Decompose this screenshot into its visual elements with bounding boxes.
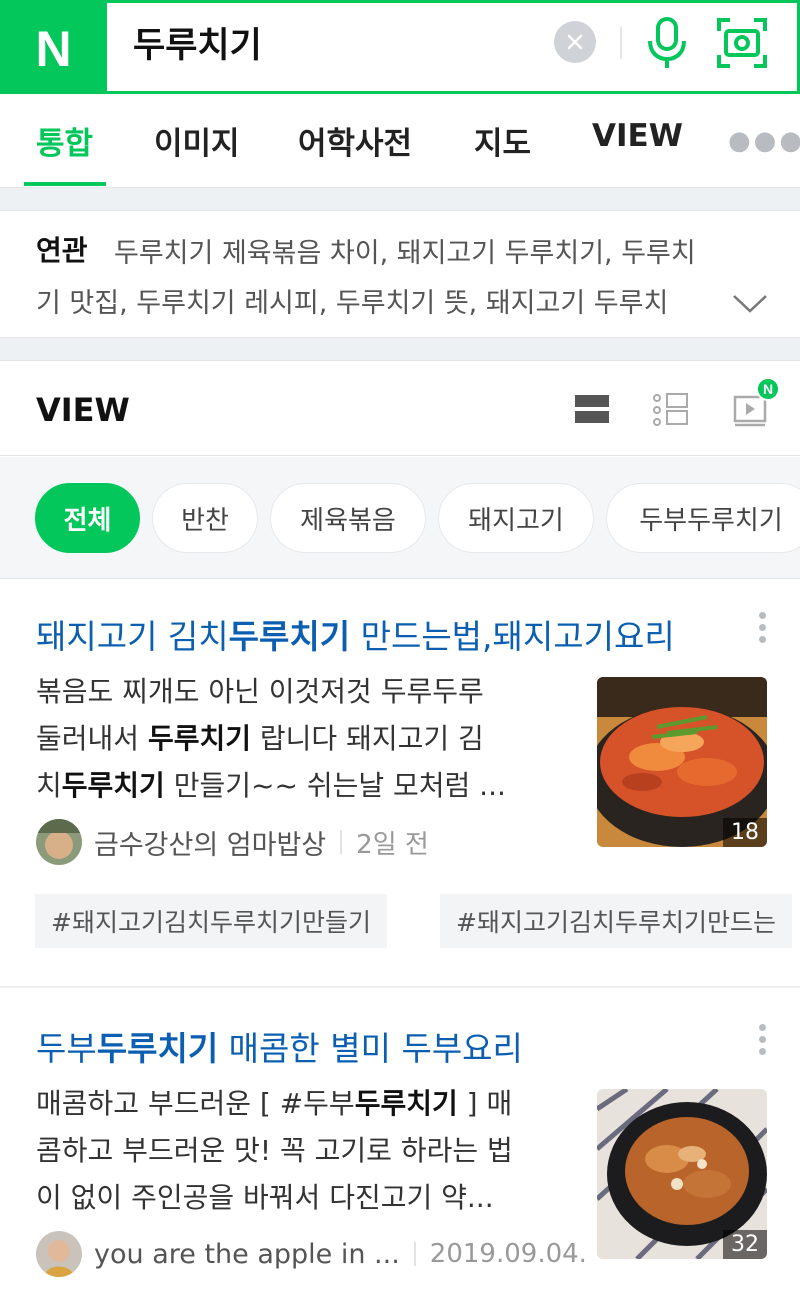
active-tab-indicator [24,182,106,186]
avatar[interactable] [36,1231,82,1277]
hashtag[interactable]: #돼지고기김치두루치기만드는 [440,894,792,948]
post-author-row: you are the apple in ... 2019.09.04. [36,1230,587,1278]
chip-tofu-duruchigi[interactable]: 두부두루치기 [606,483,800,553]
separator [340,830,343,854]
clear-search-button[interactable] [554,21,596,63]
tab-images[interactable]: 이미지 [154,118,240,163]
post-title-link[interactable]: 돼지고기 김치두루치기 만드는법,돼지고기요리 [36,610,675,658]
chevron-down-icon[interactable] [730,283,770,323]
list-view-icon[interactable] [572,389,612,429]
image-count-badge: 32 [723,1230,767,1259]
post-date: 2019.09.04. [429,1239,587,1269]
search-bar: N 두루치기 [0,0,800,97]
section-gap [0,188,800,210]
section-title: VIEW [36,391,130,429]
chip-side-dish[interactable]: 반찬 [152,483,258,553]
post-date: 2일 전 [356,829,429,860]
view-section-header: VIEW N [0,360,800,456]
related-label: 연관 [36,234,88,267]
divider [620,27,622,59]
voice-search-button[interactable] [644,15,690,71]
more-options-icon[interactable] [752,1024,772,1064]
microphone-icon [648,17,686,68]
image-count-badge: 18 [723,818,767,847]
new-badge: N [756,377,780,401]
camera-lens-icon [717,18,767,68]
separator [413,1242,416,1266]
tab-view[interactable]: VIEW [592,118,683,154]
chip-jeyuk[interactable]: 제육볶음 [270,483,426,553]
chip-pork[interactable]: 돼지고기 [438,483,594,553]
chip-all[interactable]: 전체 [35,483,140,553]
avatar[interactable] [36,819,82,865]
post-tags: #돼지고기김치두루치기만들기 #돼지고기김치두루치기만드는 [0,894,800,948]
author-name[interactable]: 금수강산의 엄마밥상 [94,823,326,862]
search-input[interactable]: 두루치기 [133,17,262,68]
post-snippet[interactable]: 볶음도 찌개도 아닌 이것저것 두루두루 둘러내서 두루치기 랍니다 돼지고기 … [36,668,556,809]
tab-dictionary[interactable]: 어학사전 [298,118,412,163]
post-thumbnail[interactable]: 32 [597,1089,767,1259]
tab-all[interactable]: 통합 [36,118,93,163]
search-tabs: 통합 이미지 어학사전 지도 VIEW ●●● [0,94,800,188]
related-keywords[interactable]: 두루치기 제육볶음 차이, 돼지고기 두루치기, 두루치 [114,231,754,270]
related-keywords[interactable]: 기 맛집, 두루치기 레시피, 두루치기 뜻, 돼지고기 두루치 [36,281,712,320]
author-name[interactable]: you are the apple in ... [94,1239,400,1270]
more-options-icon[interactable] [752,612,772,652]
post-title-link[interactable]: 두부두루치기 매콤한 별미 두부요리 [36,1022,523,1070]
hashtag[interactable]: #돼지고기김치두루치기만들기 [35,894,387,948]
close-icon [567,34,583,50]
more-tabs-icon[interactable]: ●●● [728,126,800,156]
naver-logo[interactable]: N [0,0,107,97]
tab-map[interactable]: 지도 [474,118,531,163]
post-author-row: 금수강산의 엄마밥상 2일 전 [36,818,429,866]
related-searches: 연관 두루치기 제육볶음 차이, 돼지고기 두루치기, 두루치 기 맛집, 두루… [0,210,800,338]
view-post: 두부두루치기 매콤한 별미 두부요리 매콤하고 부드러운 [ #두부두루치기 ]… [0,992,800,1290]
view-post: 돼지고기 김치두루치기 만드는법,돼지고기요리 볶음도 찌개도 아닌 이것저것 … [0,580,800,988]
post-snippet[interactable]: 매콤하고 부드러운 [ #두부두루치기 ] 매 콤하고 부드러운 맛! 꼭 고기… [36,1080,556,1221]
filter-chips: 전체 반찬 제육볶음 돼지고기 두부두루치기 [0,457,800,579]
section-gap [0,338,800,360]
lens-search-button[interactable] [716,17,768,69]
post-thumbnail[interactable]: 18 [597,677,767,847]
card-view-icon[interactable] [650,389,690,429]
